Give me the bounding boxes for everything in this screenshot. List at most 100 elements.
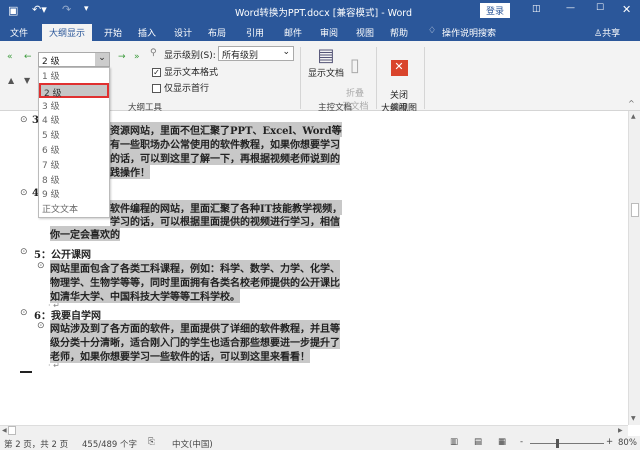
tell-me-search[interactable]: 操作说明搜索: [442, 26, 496, 39]
show-level-select[interactable]: 所有级别 ⌄: [218, 46, 294, 61]
page-count[interactable]: 第 2 页，共 2 页: [4, 438, 68, 450]
chevron-down-icon: ⌄: [282, 47, 290, 57]
dropdown-option[interactable]: 7 级: [39, 157, 109, 172]
promote-icon[interactable]: ←: [24, 52, 32, 62]
dropdown-option[interactable]: 1 级: [39, 68, 109, 83]
collapse-ribbon-icon[interactable]: ^: [628, 99, 635, 108]
checkbox-checked-icon: ✓: [152, 68, 161, 77]
demote-icon[interactable]: →: [118, 52, 126, 62]
close-icon[interactable]: ✕: [622, 3, 631, 16]
tab-review[interactable]: 审阅: [320, 26, 338, 39]
outline-bullet-icon[interactable]: ⊙: [37, 321, 45, 331]
body-line: 有一些职场办公常使用的软件教程，如果你想要学习: [110, 136, 340, 151]
scroll-down-icon[interactable]: ▼: [631, 415, 636, 422]
body-line: 资源网站，里面不但汇聚了PPT、Excel、Word等: [110, 122, 342, 137]
print-layout-icon[interactable]: ▤: [474, 437, 482, 447]
login-button[interactable]: 登录: [480, 3, 511, 18]
outline-level-dropdown[interactable]: 1 级 2 级 3 级 4 级 5 级 6 级 7 级 8 级 9 级 正文文本: [38, 67, 110, 218]
ribbon-tabs: 文件 大纲显示 开始 插入 设计 布局 引用 邮件 审阅 视图 帮助 ♢ 操作说…: [0, 22, 640, 41]
body-line: 的话，可以到这里了解一下，再根据视频老师说到的: [110, 150, 340, 165]
heading-5: 5：公开课网: [34, 250, 91, 261]
body-line: 级分类十分清晰，适合刚入门的学生也适合那些想要进一步提升了: [50, 334, 340, 349]
redo-icon[interactable]: ↷: [62, 3, 71, 16]
subdocument-icon: ▯: [350, 55, 360, 76]
show-level-value: 所有级别: [222, 51, 259, 61]
share-button[interactable]: ♙共享: [594, 26, 620, 39]
title-bar: ▣ ↶▾ ↷ ▾ Word转换为PPT.docx [兼容模式] - Word 登…: [0, 0, 640, 22]
undo-icon[interactable]: ↶▾: [32, 3, 47, 16]
tab-references[interactable]: 引用: [246, 26, 264, 39]
customize-icon[interactable]: ▾: [84, 4, 89, 14]
show-level-label: 显示级别(S):: [164, 51, 216, 61]
show-first-line-checkbox[interactable]: 仅显示首行: [152, 81, 209, 94]
body-line: 你一定会喜欢的: [50, 226, 120, 241]
dropdown-option-selected[interactable]: 2 级: [39, 82, 109, 99]
zoom-in-button[interactable]: +: [606, 437, 613, 447]
outline-level-value: 2 级: [42, 57, 60, 67]
lightbulb-icon: ♢: [428, 26, 437, 36]
scroll-left-icon[interactable]: ◀: [2, 427, 7, 434]
scroll-thumb[interactable]: [631, 203, 639, 217]
show-level-icon: ⚲: [150, 48, 157, 58]
ribbon-display-icon[interactable]: ◫: [532, 4, 541, 14]
dropdown-option[interactable]: 正文文本: [39, 201, 109, 216]
dropdown-option[interactable]: 5 级: [39, 127, 109, 142]
outline-bullet-icon[interactable]: ⊙: [20, 247, 28, 257]
show-text-format-checkbox[interactable]: ✓ 显示文本格式: [152, 65, 218, 78]
zoom-slider[interactable]: [530, 443, 604, 444]
tab-design[interactable]: 设计: [174, 26, 192, 39]
dropdown-option[interactable]: 3 级: [39, 98, 109, 113]
tab-outline[interactable]: 大纲显示: [42, 24, 93, 41]
body-line: 如清华大学、中国科技大学等等工科学校。: [50, 288, 240, 303]
move-down-icon[interactable]: ▼: [24, 76, 30, 85]
zoom-level[interactable]: 80%: [618, 438, 637, 448]
outline-bullet-icon[interactable]: ⊙: [20, 115, 28, 125]
outline-level-combo[interactable]: 2 级 ⌄: [38, 52, 110, 67]
demote-to-body-icon[interactable]: »: [134, 52, 140, 62]
scroll-thumb[interactable]: [8, 426, 16, 435]
proofing-icon[interactable]: ⎘: [148, 437, 155, 447]
tab-mailings[interactable]: 邮件: [284, 26, 302, 39]
move-up-icon[interactable]: ▲: [8, 76, 14, 85]
tab-layout[interactable]: 布局: [208, 26, 226, 39]
maximize-icon[interactable]: ☐: [596, 3, 604, 13]
scroll-up-icon[interactable]: ▲: [631, 113, 636, 120]
minimize-icon[interactable]: —: [566, 3, 575, 13]
chevron-down-icon[interactable]: ⌄: [95, 53, 109, 66]
dropdown-option[interactable]: 8 级: [39, 172, 109, 187]
vertical-scrollbar[interactable]: ▲ ▼: [628, 111, 640, 425]
save-icon[interactable]: ▣: [8, 4, 18, 17]
tab-help[interactable]: 帮助: [390, 26, 408, 39]
tab-file[interactable]: 文件: [10, 26, 28, 39]
status-bar: 第 2 页，共 2 页 455/489 个字 ⎘ 中文(中国) ▥ ▤ ▦ - …: [0, 436, 640, 450]
body-line: 物理学、生物学等等，同时里面拥有各类名校老师提供的公开课比: [50, 274, 340, 289]
body-line: 网站里面包含了各类工科课程，例如：科学、数学、力学、化学、: [50, 260, 340, 275]
divider: [300, 47, 301, 109]
language[interactable]: 中文(中国): [172, 438, 213, 450]
divider: [376, 47, 377, 109]
checkbox-icon: [152, 84, 161, 93]
body-line: 学习的话，可以根据里面提供的视频进行学习，相信: [110, 213, 340, 228]
outline-bullet-icon[interactable]: ⊙: [37, 261, 45, 271]
dropdown-option[interactable]: 4 级: [39, 112, 109, 127]
zoom-out-button[interactable]: -: [520, 437, 523, 447]
person-icon: ♙: [594, 29, 603, 39]
tab-home[interactable]: 开始: [104, 26, 122, 39]
scroll-right-icon[interactable]: ▶: [618, 427, 623, 434]
outline-bullet-icon[interactable]: ⊙: [20, 308, 28, 318]
tab-insert[interactable]: 插入: [138, 26, 156, 39]
outline-bullet-icon[interactable]: ⊙: [20, 188, 28, 198]
dropdown-option[interactable]: 6 级: [39, 142, 109, 157]
window-title: Word转换为PPT.docx [兼容模式] - Word: [235, 8, 413, 19]
promote-to-heading-icon[interactable]: «: [7, 52, 13, 62]
close-x-icon: ✕: [390, 60, 408, 76]
show-first-line-label: 仅显示首行: [164, 84, 210, 94]
horizontal-scrollbar[interactable]: ◀ ▶: [0, 425, 628, 436]
dropdown-option[interactable]: 9 级: [39, 186, 109, 201]
web-layout-icon[interactable]: ▦: [498, 437, 506, 447]
body-line: 网站涉及到了各方面的软件，里面提供了详细的软件教程，并且等: [50, 320, 340, 335]
zoom-slider-thumb[interactable]: [556, 439, 559, 448]
read-mode-icon[interactable]: ▥: [450, 437, 458, 447]
word-count[interactable]: 455/489 个字: [82, 438, 137, 450]
tab-view[interactable]: 视图: [356, 26, 374, 39]
